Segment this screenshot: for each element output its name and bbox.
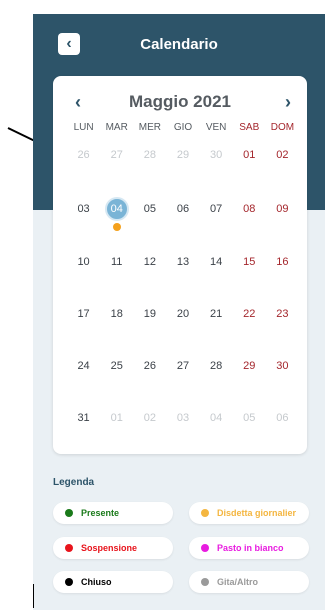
calendar-day: 26	[77, 149, 90, 161]
calendar-day[interactable]: 02	[266, 145, 299, 165]
legend-item: Pasto in bianco	[189, 537, 309, 559]
legend-color-dot	[201, 578, 209, 586]
calendar-day: 27	[110, 149, 123, 161]
legend-item: Disdetta giornalier	[189, 502, 309, 524]
calendar-week: 24 25 26 27 28 29 30	[67, 356, 299, 376]
calendar-card: ‹ Maggio 2021 › LUN MAR MER GIO VEN SAB DOM 26…	[53, 76, 307, 454]
legend-label: Presente	[81, 508, 120, 518]
calendar-day[interactable]: 30	[266, 356, 299, 376]
legend-label: Sospensione	[81, 543, 138, 553]
calendar-day[interactable]: 04	[100, 197, 133, 231]
calendar-day[interactable]: 31	[67, 408, 100, 428]
weekday-label: SAB	[239, 122, 260, 133]
calendar-day[interactable]: 28	[200, 356, 233, 376]
calendar-day[interactable]: 22	[233, 304, 266, 324]
weekday-label: DOM	[270, 122, 295, 133]
calendar-day[interactable]: 17	[67, 304, 100, 324]
month-navigation: ‹ Maggio 2021 ›	[53, 90, 307, 114]
calendar-day[interactable]: 29	[233, 356, 266, 376]
weekday-label: GIO	[173, 122, 193, 133]
legend-label: Pasto in bianco	[217, 543, 284, 553]
calendar-day[interactable]: 20	[166, 304, 199, 324]
calendar-day: 04	[210, 412, 223, 424]
calendar-day[interactable]: 14	[200, 252, 233, 272]
calendar-day: 02	[143, 412, 156, 424]
calendar-day: 29	[176, 149, 190, 161]
calendar-day[interactable]: 01	[233, 145, 266, 165]
day-number: 04	[110, 203, 123, 215]
calendar-day[interactable]: 13	[166, 252, 199, 272]
legend-item: Chiuso	[53, 571, 173, 593]
calendar-week: 31 01 02 03 04 05 06	[67, 408, 299, 428]
calendar-day[interactable]: 05	[133, 199, 166, 219]
legend-color-dot	[65, 544, 73, 552]
calendar-day: 03	[176, 412, 190, 424]
calendar-week: 17 18 19 20 21 22 23	[67, 304, 299, 324]
month-label: Maggio 2021	[128, 92, 232, 111]
legend-title: Legenda	[53, 477, 95, 488]
calendar-day[interactable]: 03	[67, 199, 100, 219]
calendar-day: 01	[110, 412, 123, 424]
next-month-button[interactable]: ›	[285, 92, 291, 113]
legend-label: Gita/Altro	[217, 577, 259, 587]
calendar-week: 03 04 05 06 07 08 09	[67, 197, 299, 231]
text-cursor	[33, 584, 34, 608]
legend-label: Chiuso	[81, 577, 112, 587]
calendar-day[interactable]: 07	[200, 199, 233, 219]
calendar-day[interactable]: 27	[166, 356, 199, 376]
calendar-day[interactable]: 09	[266, 199, 299, 219]
calendar-day[interactable]: 16	[266, 252, 299, 272]
calendar-day[interactable]: 21	[200, 304, 233, 324]
calendar-day[interactable]: 08	[233, 199, 266, 219]
legend-item: Presente	[53, 502, 173, 524]
page-title: Calendario	[140, 36, 218, 53]
calendar-day[interactable]: 10	[67, 252, 100, 272]
weekday-label: MER	[138, 122, 161, 133]
legend-item: Gita/Altro	[189, 571, 309, 593]
weekday-label: MAR	[105, 122, 128, 133]
legend-label: Disdetta giornalier	[217, 508, 297, 518]
legend-color-dot	[65, 578, 73, 586]
calendar-day[interactable]: 25	[100, 356, 133, 376]
calendar-week: 10 11 12 13 14 15 16	[67, 252, 299, 272]
weekday-label: VEN	[205, 122, 227, 133]
calendar-day[interactable]: 26	[133, 356, 166, 376]
app-screen: ‹ Calendario ‹ Maggio 2021 › LUN MAR MER GI…	[33, 14, 325, 610]
legend-color-dot	[201, 509, 209, 517]
calendar-day[interactable]: 15	[233, 252, 266, 272]
calendar-day: 06	[276, 412, 289, 424]
calendar-day[interactable]: 06	[166, 199, 199, 219]
calendar-day[interactable]: 24	[67, 356, 100, 376]
calendar-week: 26 27 28 29 30 01 02	[67, 145, 299, 165]
legend-color-dot	[65, 509, 73, 517]
legend-item: Sospensione	[53, 537, 173, 559]
weekday-label: LUN	[73, 122, 94, 133]
calendar-day[interactable]: 19	[133, 304, 166, 324]
calendar-day[interactable]: 12	[133, 252, 166, 272]
event-dot	[112, 223, 121, 231]
calendar-day[interactable]: 11	[100, 252, 133, 272]
calendar-day[interactable]: 23	[266, 304, 299, 324]
calendar-day: 28	[143, 149, 156, 161]
legend-color-dot	[201, 544, 209, 552]
calendar-day: 05	[243, 412, 256, 424]
weekday-header: LUN MAR MER GIO VEN SAB DOM	[67, 122, 299, 133]
calendar-day: 30	[210, 149, 223, 161]
calendar-day[interactable]: 18	[100, 304, 133, 324]
